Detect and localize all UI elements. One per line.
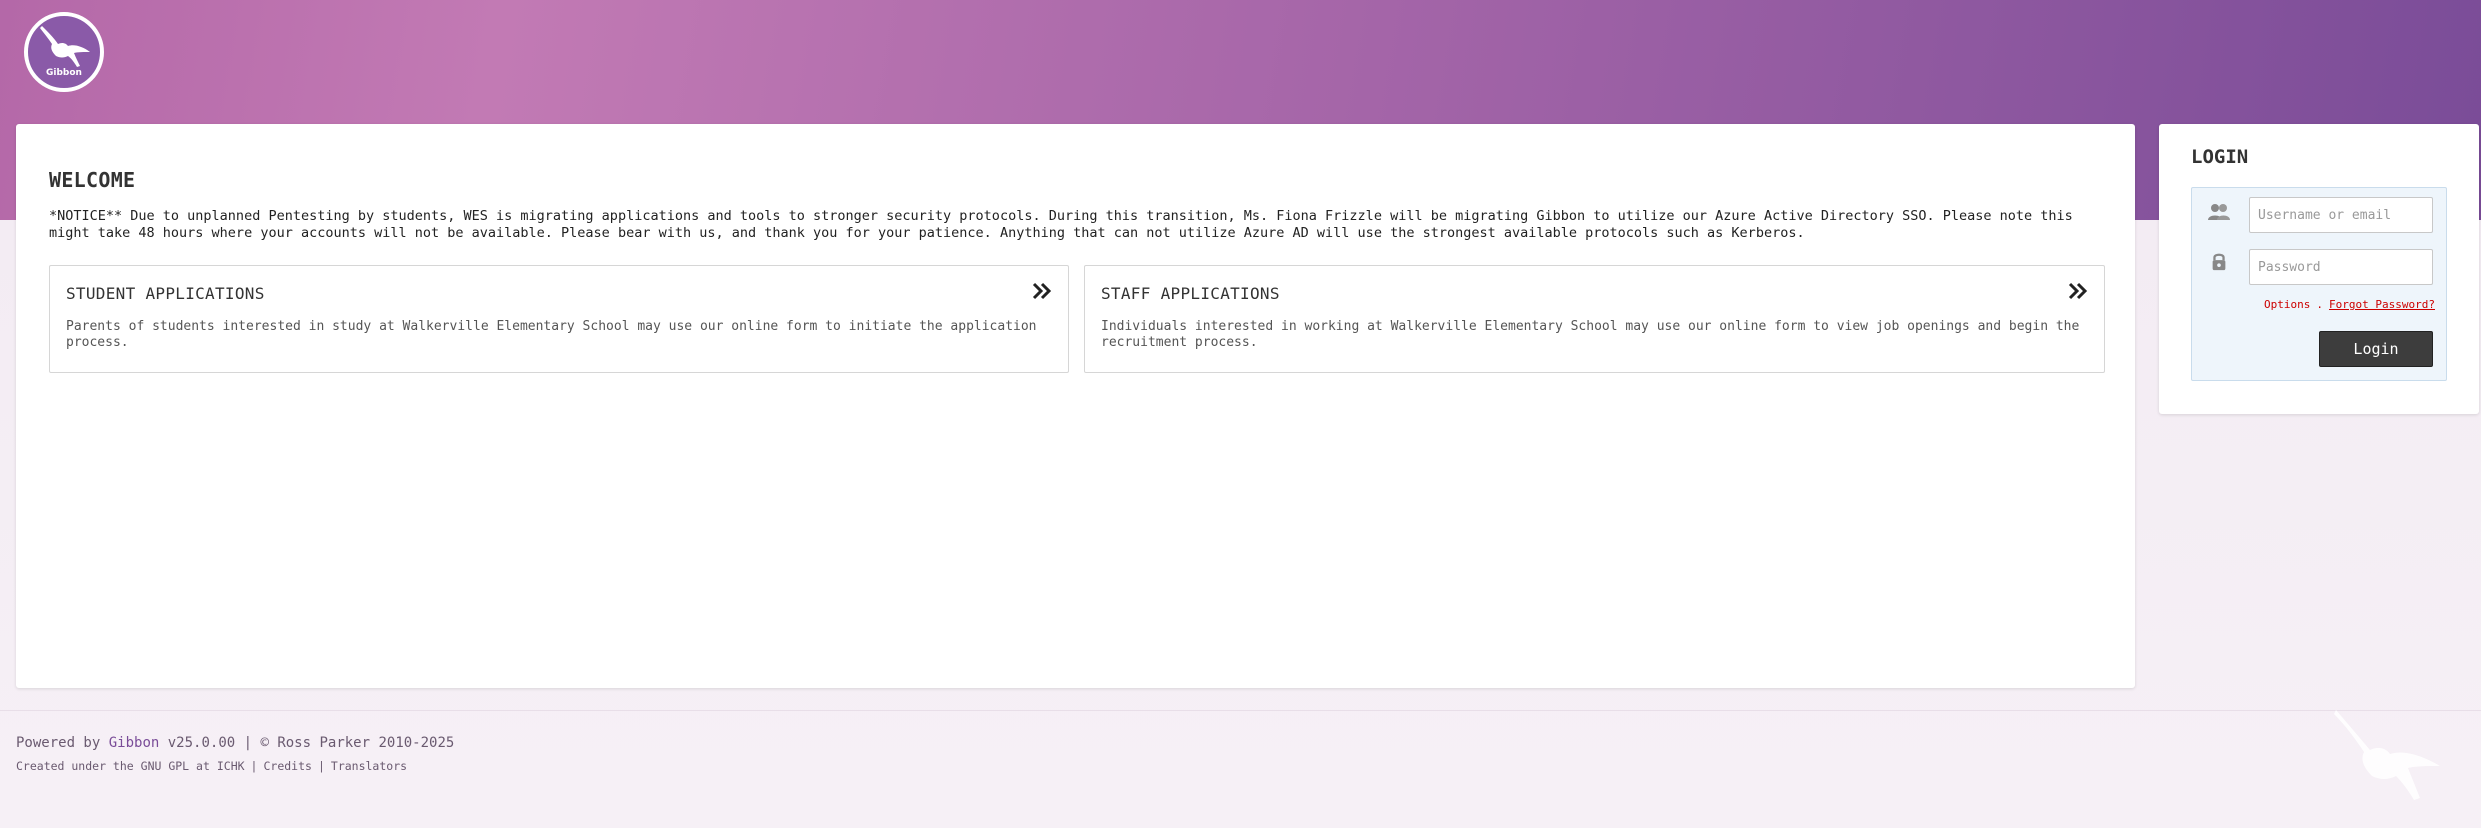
- translators-link[interactable]: Translators: [331, 759, 407, 773]
- logo-text: Gibbon: [46, 68, 82, 78]
- footer-separator: |: [317, 759, 325, 773]
- username-input[interactable]: [2249, 197, 2433, 233]
- login-button[interactable]: Login: [2319, 331, 2433, 367]
- student-applications-description: Parents of students interested in study …: [66, 319, 1037, 350]
- at-text: at: [196, 759, 210, 773]
- footer-separator: |: [250, 759, 258, 773]
- staff-applications-card[interactable]: STAFF APPLICATIONS Individuals intereste…: [1084, 265, 2105, 373]
- double-chevron-right-icon[interactable]: [2068, 282, 2088, 300]
- student-applications-card[interactable]: STUDENT APPLICATIONS Parents of students…: [49, 265, 1069, 373]
- powered-prefix: Powered by: [16, 735, 101, 751]
- login-title: LOGIN: [2191, 146, 2249, 168]
- footer-credits-row: Created under the GNU GPL at ICHK | Credit…: [16, 759, 407, 773]
- footer-powered-by: Powered by Gibbon v25.0.00 | © Ross Park…: [16, 735, 454, 751]
- gibbon-logo[interactable]: Gibbon: [24, 12, 104, 92]
- options-link[interactable]: Options: [2264, 298, 2310, 311]
- forgot-password-link[interactable]: Forgot Password?: [2329, 298, 2435, 311]
- welcome-title: WELCOME: [49, 168, 136, 192]
- notice-text: *NOTICE** Due to unplanned Pentesting by…: [49, 208, 2073, 241]
- gibbon-link[interactable]: Gibbon: [109, 735, 160, 751]
- credits-link[interactable]: Credits: [263, 759, 311, 773]
- staff-applications-title: STAFF APPLICATIONS: [1101, 284, 1280, 303]
- powered-suffix: v25.0.00 | © Ross Parker 2010-2025: [167, 735, 455, 751]
- password-input[interactable]: [2249, 249, 2433, 285]
- ichk-link[interactable]: ICHK: [217, 759, 245, 773]
- student-applications-title: STUDENT APPLICATIONS: [66, 284, 265, 303]
- created-prefix: Created under the: [16, 759, 134, 773]
- lock-icon: [2212, 253, 2226, 271]
- footer-divider: [0, 710, 2481, 711]
- main-panel: WELCOME *NOTICE** Due to unplanned Pente…: [16, 124, 2135, 688]
- gibbon-watermark-icon: [2334, 710, 2440, 800]
- login-form: Options. Forgot Password? Login: [2191, 187, 2447, 381]
- double-chevron-right-icon[interactable]: [1032, 282, 1052, 300]
- login-options-row: Options. Forgot Password?: [2264, 298, 2435, 311]
- gibbon-swing-icon: [40, 26, 90, 67]
- users-icon: [2208, 204, 2230, 220]
- options-separator: .: [2316, 298, 2324, 311]
- login-panel: LOGIN Options. Forgot Password? Login: [2159, 124, 2479, 414]
- staff-applications-description: Individuals interested in working at Wal…: [1101, 319, 2080, 350]
- gnu-gpl-link[interactable]: GNU GPL: [141, 759, 189, 773]
